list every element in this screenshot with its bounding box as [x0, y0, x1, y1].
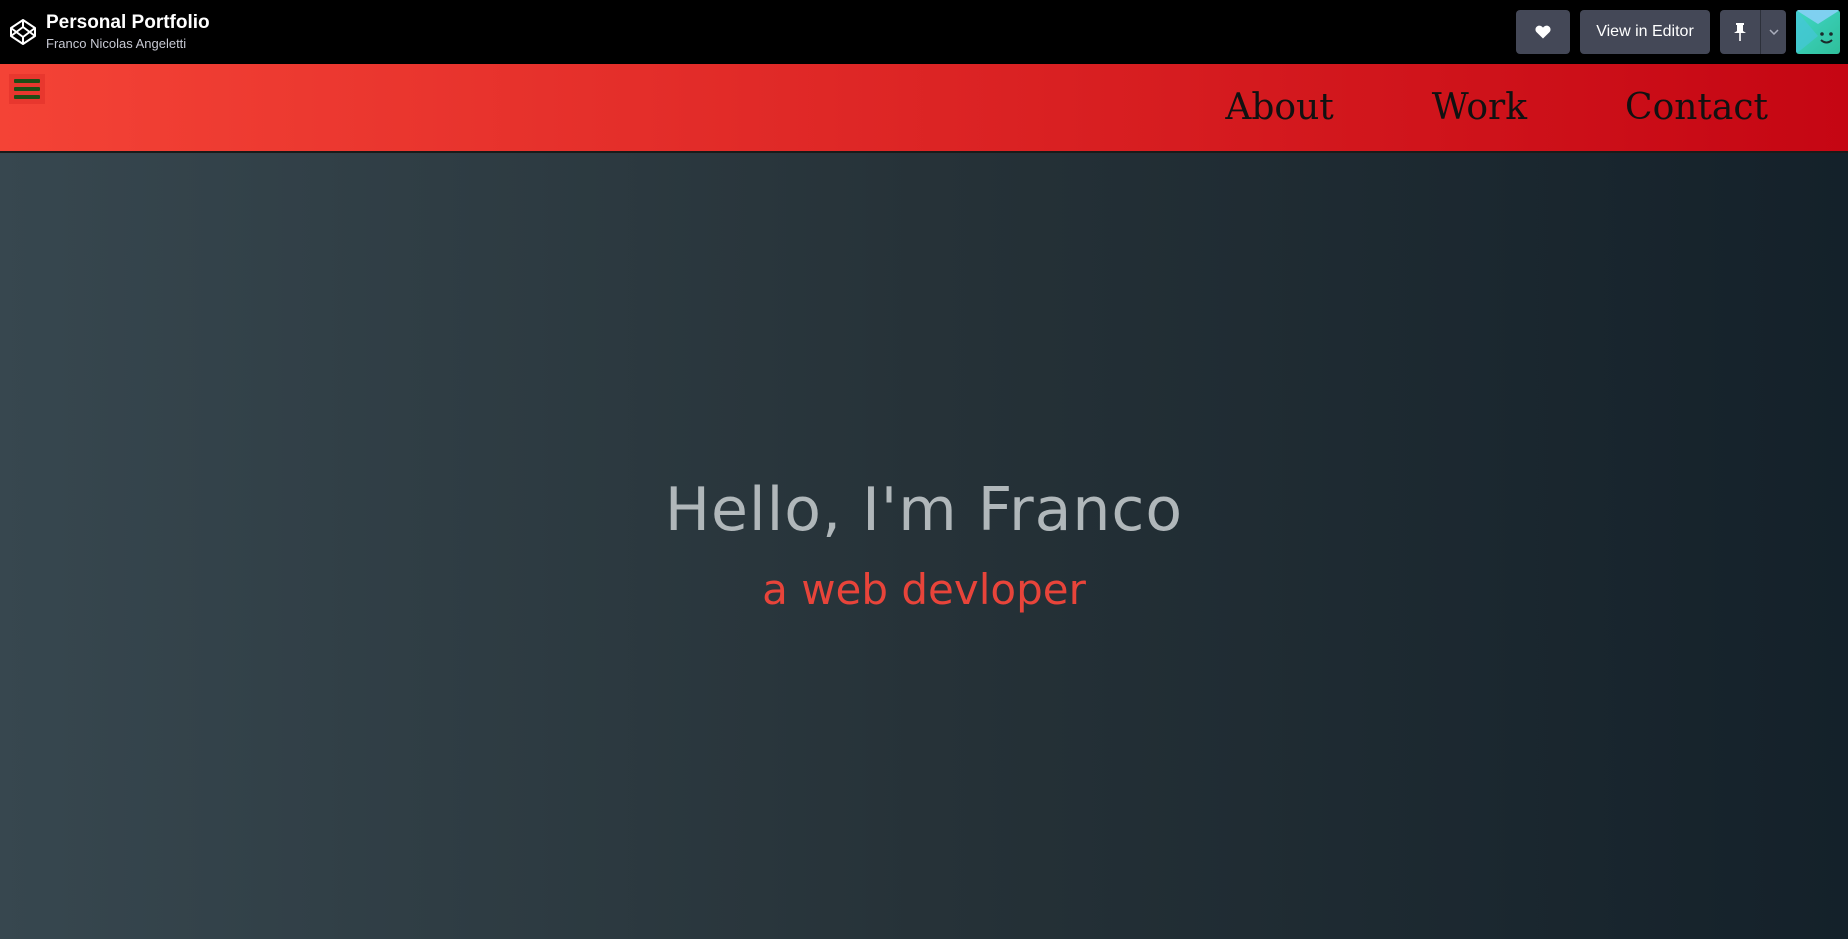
- pin-button-group: [1720, 10, 1786, 54]
- user-avatar[interactable]: [1796, 10, 1840, 54]
- nav-link-work[interactable]: Work: [1432, 87, 1527, 128]
- hero-subtitle: a web devloper: [762, 565, 1086, 614]
- chevron-down-icon: [1768, 29, 1779, 35]
- site-navbar: About Work Contact: [0, 64, 1848, 153]
- pin-dropdown-button[interactable]: [1760, 10, 1786, 54]
- pin-icon: [1734, 23, 1746, 41]
- codepen-header: Personal Portfolio Franco Nicolas Angele…: [0, 0, 1848, 64]
- pin-button[interactable]: [1720, 10, 1760, 54]
- view-in-editor-button[interactable]: View in Editor: [1580, 10, 1710, 54]
- like-button[interactable]: [1516, 10, 1570, 54]
- codepen-logo-icon[interactable]: [8, 17, 38, 47]
- nav-links: About Work Contact: [1127, 64, 1768, 151]
- pen-title-block: Personal Portfolio Franco Nicolas Angele…: [46, 12, 210, 52]
- nav-link-about[interactable]: About: [1225, 87, 1333, 128]
- pen-author[interactable]: Franco Nicolas Angeletti: [46, 36, 210, 52]
- heart-icon: [1535, 25, 1551, 39]
- hero-title: Hello, I'm Franco: [664, 475, 1184, 545]
- view-in-editor-label: View in Editor: [1596, 23, 1694, 40]
- header-actions: View in Editor: [1516, 10, 1840, 54]
- nav-link-contact[interactable]: Contact: [1625, 87, 1768, 128]
- pen-title: Personal Portfolio: [46, 12, 210, 34]
- hero-section: Hello, I'm Franco a web devloper: [0, 153, 1848, 939]
- hamburger-menu-icon[interactable]: [9, 74, 45, 104]
